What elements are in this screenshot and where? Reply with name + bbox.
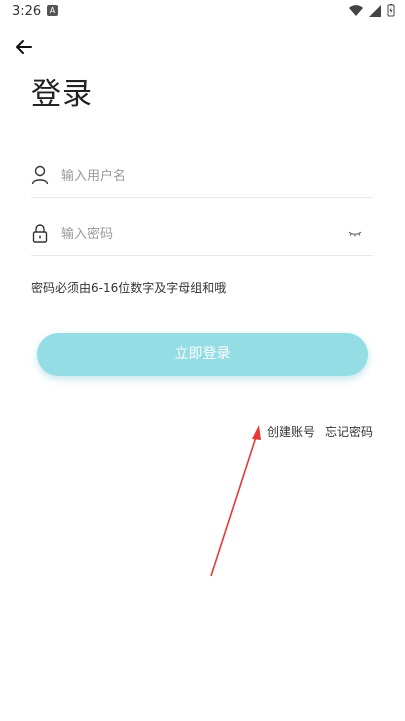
username-field[interactable] xyxy=(31,155,373,198)
arrow-left-icon xyxy=(16,40,32,54)
back-button[interactable] xyxy=(13,36,39,58)
battery-charging-icon xyxy=(387,4,395,17)
account-links: 创建账号 忘记密码 xyxy=(267,423,373,440)
password-input[interactable] xyxy=(59,221,343,247)
username-input[interactable] xyxy=(59,163,343,189)
user-icon xyxy=(31,165,49,185)
a-badge-icon: A xyxy=(47,5,58,16)
status-icons xyxy=(349,4,395,17)
status-bar: 3:26 A xyxy=(0,0,405,24)
wifi-icon xyxy=(349,4,363,16)
page-title: 登录 xyxy=(31,77,93,112)
status-time: 3:26 xyxy=(12,4,42,19)
login-button[interactable]: 立即登录 xyxy=(37,333,368,376)
eye-closed-icon[interactable] xyxy=(347,225,363,241)
password-hint: 密码必须由6-16位数字及字母组和哦 xyxy=(31,281,227,295)
lock-icon xyxy=(32,224,48,243)
forgot-password-link[interactable]: 忘记密码 xyxy=(325,423,373,440)
signal-icon xyxy=(369,4,381,17)
password-field[interactable] xyxy=(31,213,373,256)
create-account-link[interactable]: 创建账号 xyxy=(267,423,315,440)
